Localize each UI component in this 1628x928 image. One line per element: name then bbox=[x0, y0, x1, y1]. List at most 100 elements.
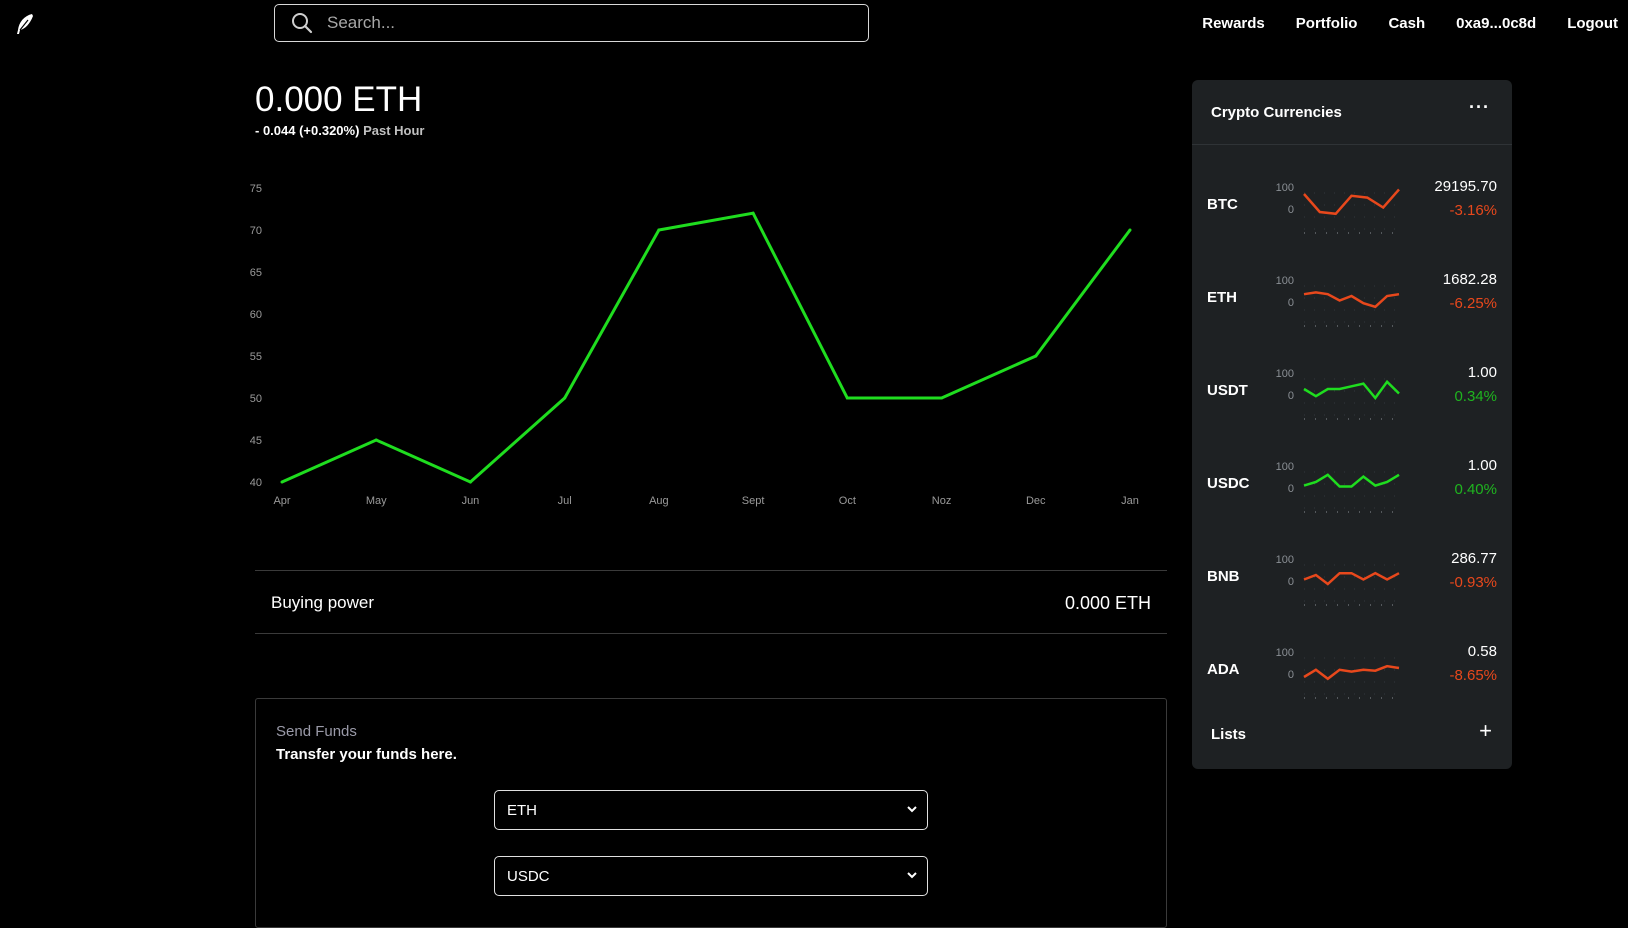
sparkline-chart: 100 0 bbox=[1276, 647, 1400, 699]
balance-change-value: - 0.044 (+0.320%) bbox=[255, 123, 360, 138]
divider bbox=[255, 633, 1167, 634]
crypto-currencies-panel: Crypto Currencies ··· BTC 100 0 29195.70 -3.… bbox=[1192, 80, 1512, 769]
chart-point bbox=[374, 438, 378, 442]
buying-power-label: Buying power bbox=[271, 593, 375, 612]
chart-point bbox=[845, 396, 849, 400]
chart-point bbox=[468, 480, 472, 484]
balance-change-period: Past Hour bbox=[363, 123, 425, 138]
sparkline-series bbox=[1303, 664, 1400, 681]
sparkline-axis-label: 100 bbox=[1276, 275, 1294, 287]
crypto-row-usdc[interactable]: USDC 100 0 1.00 0.40% bbox=[1192, 433, 1512, 523]
chevron-down-icon bbox=[907, 872, 917, 879]
crypto-symbol: ETH bbox=[1207, 289, 1237, 306]
sparkline-chart: 100 0 bbox=[1276, 554, 1400, 606]
crypto-change: -0.93% bbox=[1449, 574, 1497, 591]
crypto-symbol: ADA bbox=[1207, 661, 1240, 678]
crypto-change: -8.65% bbox=[1449, 667, 1497, 684]
sparkline-chart: 100 0 bbox=[1276, 182, 1400, 234]
from-currency-value: ETH bbox=[507, 801, 537, 819]
nav-cash[interactable]: Cash bbox=[1388, 15, 1425, 32]
x-tick-label: Dec bbox=[1026, 495, 1046, 507]
sparkline-axis-label: 100 bbox=[1276, 647, 1294, 659]
sparkline-series bbox=[1303, 571, 1400, 586]
sparkline-chart: 100 0 bbox=[1276, 275, 1400, 327]
search-icon bbox=[292, 13, 313, 34]
crypto-row-eth[interactable]: ETH 100 0 1682.28 -6.25% bbox=[1192, 247, 1512, 337]
crypto-change: -6.25% bbox=[1449, 295, 1497, 312]
y-tick-label: 40 bbox=[250, 477, 262, 489]
search-bar[interactable] bbox=[274, 4, 869, 42]
buying-power-value: 0.000 ETH bbox=[1064, 593, 1151, 613]
balance-change: - 0.044 (+0.320%) Past Hour bbox=[255, 123, 424, 138]
x-tick-label: Apr bbox=[273, 495, 290, 507]
x-tick-label: Jun bbox=[462, 495, 480, 507]
sparkline-axis-label: 100 bbox=[1276, 554, 1294, 566]
chevron-down-icon bbox=[907, 806, 917, 813]
crypto-price: 0.58 bbox=[1467, 643, 1497, 660]
y-tick-label: 75 bbox=[250, 183, 262, 195]
plus-icon[interactable]: + bbox=[1479, 720, 1492, 742]
chart-point bbox=[1128, 228, 1132, 232]
y-tick-label: 70 bbox=[250, 225, 262, 237]
divider bbox=[255, 570, 1167, 571]
lists-label: Lists bbox=[1211, 726, 1247, 743]
nav-portfolio[interactable]: Portfolio bbox=[1296, 15, 1358, 32]
ellipsis-icon[interactable]: ··· bbox=[1469, 97, 1490, 118]
sparkline-axis-label: 0 bbox=[1288, 297, 1294, 309]
crypto-symbol: BTC bbox=[1207, 196, 1238, 213]
sparkline-axis-label: 0 bbox=[1288, 483, 1294, 495]
sparkline-axis-label: 100 bbox=[1276, 182, 1294, 194]
panel-title: Crypto Currencies bbox=[1211, 104, 1342, 121]
sparkline-chart: 100 0 bbox=[1276, 368, 1400, 420]
chart-point bbox=[280, 480, 284, 484]
sparkline-series bbox=[1303, 473, 1400, 488]
balance-line-chart: 40 45 50 55 60 65 70 75 Apr May Jun Jul Aug Sept Oct No… bbox=[250, 183, 1139, 507]
x-tick-label: Oct bbox=[839, 495, 856, 507]
chart-point bbox=[1034, 354, 1038, 358]
y-tick-label: 60 bbox=[250, 309, 262, 321]
sparkline-series bbox=[1303, 379, 1400, 401]
from-currency-select[interactable]: ETH bbox=[494, 790, 928, 830]
crypto-price: 286.77 bbox=[1451, 550, 1497, 567]
nav-logout[interactable]: Logout bbox=[1567, 15, 1618, 32]
nav-wallet-address[interactable]: 0xa9...0c8d bbox=[1456, 15, 1536, 32]
sparkline-axis-label: 0 bbox=[1288, 576, 1294, 588]
sparkline-axis-label: 0 bbox=[1288, 669, 1294, 681]
crypto-change: -3.16% bbox=[1449, 202, 1497, 219]
y-tick-label: 50 bbox=[250, 393, 262, 405]
chart-series-line bbox=[281, 211, 1132, 484]
sparkline-chart: 100 0 bbox=[1276, 461, 1400, 513]
divider bbox=[1192, 144, 1512, 145]
nav-rewards[interactable]: Rewards bbox=[1202, 15, 1265, 32]
x-tick-label: Jan bbox=[1121, 495, 1139, 507]
crypto-row-bnb[interactable]: BNB 100 0 286.77 -0.93% bbox=[1192, 526, 1512, 616]
send-funds-subtitle: Transfer your funds here. bbox=[276, 746, 457, 763]
crypto-price: 1.00 bbox=[1467, 364, 1497, 381]
to-currency-select[interactable]: USDC bbox=[494, 856, 928, 896]
x-tick-label: Sept bbox=[742, 495, 765, 507]
crypto-row-btc[interactable]: BTC 100 0 29195.70 -3.16% bbox=[1192, 154, 1512, 244]
crypto-symbol: BNB bbox=[1207, 568, 1240, 585]
balance-amount: 0.000 ETH bbox=[255, 80, 423, 119]
crypto-price: 1682.28 bbox=[1442, 271, 1497, 288]
crypto-symbol: USDT bbox=[1207, 382, 1248, 399]
chart-point bbox=[940, 396, 944, 400]
sparkline-axis-label: 0 bbox=[1288, 204, 1294, 216]
sparkline-axis-label: 0 bbox=[1288, 390, 1294, 402]
y-tick-label: 65 bbox=[250, 267, 262, 279]
chart-point bbox=[563, 396, 567, 400]
to-currency-value: USDC bbox=[507, 867, 550, 885]
crypto-row-ada[interactable]: ADA 100 0 0.58 -8.65% bbox=[1192, 619, 1512, 709]
x-tick-label: Noz bbox=[932, 495, 952, 507]
chart-point bbox=[751, 211, 755, 215]
crypto-row-usdt[interactable]: USDT 100 0 1.00 0.34% bbox=[1192, 340, 1512, 430]
search-input[interactable] bbox=[325, 12, 829, 34]
send-funds-title: Send Funds bbox=[276, 723, 357, 740]
crypto-price: 29195.70 bbox=[1434, 178, 1497, 195]
sparkline-axis-label: 100 bbox=[1276, 368, 1294, 380]
y-tick-label: 55 bbox=[250, 351, 262, 363]
send-funds-card: Send Funds Transfer your funds here. ETH… bbox=[255, 698, 1167, 928]
sparkline-axis-label: 100 bbox=[1276, 461, 1294, 473]
crypto-change: 0.40% bbox=[1454, 481, 1497, 498]
feather-logo-icon[interactable] bbox=[14, 12, 36, 36]
